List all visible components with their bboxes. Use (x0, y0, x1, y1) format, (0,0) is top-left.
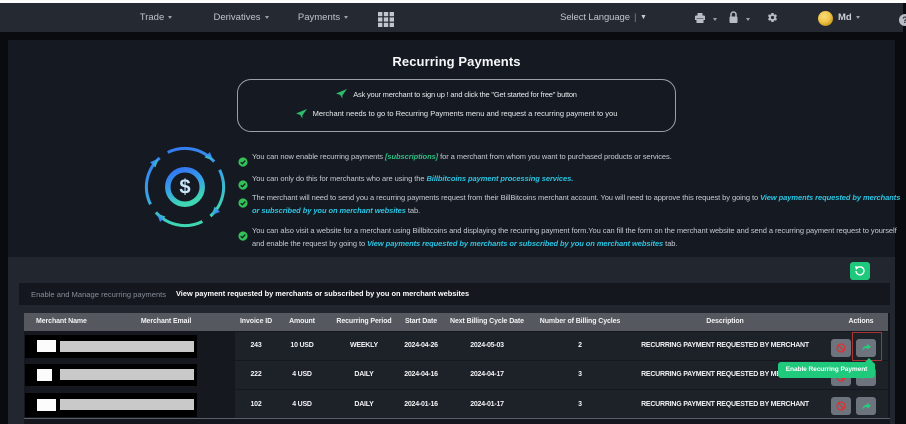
svg-text:$: $ (179, 177, 190, 199)
